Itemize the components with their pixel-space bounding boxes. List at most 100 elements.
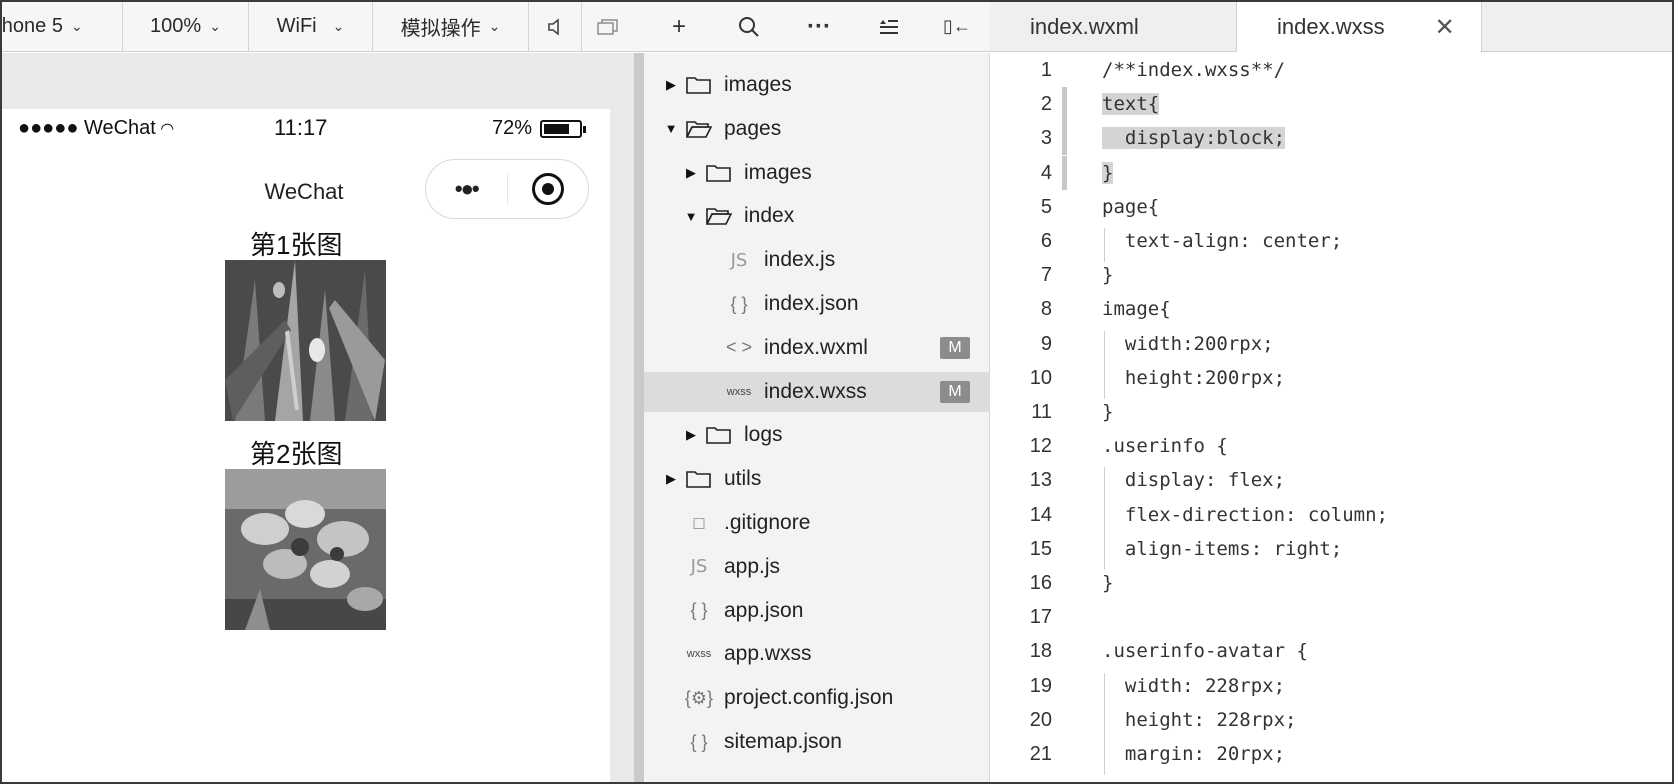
line-number: 1 <box>1040 59 1052 81</box>
code-line[interactable]: 7} <box>990 258 1672 292</box>
tab-index-wxss[interactable]: index.wxss ✕ <box>1237 2 1482 53</box>
tree-item-app-js[interactable]: JS app.js <box>644 547 990 587</box>
code-line[interactable]: 2 text{ <box>990 87 1672 122</box>
code-editor[interactable]: 1/**index.wxss**/2 text{3 display:block; 4… <box>990 53 1672 782</box>
code-line[interactable]: 6 text-align: center; <box>990 224 1672 258</box>
file-explorer: ▶ images ▼ pages ▶ images ▼ index JS index.js { } i… <box>644 53 990 782</box>
line-number: 2 <box>1040 93 1052 116</box>
code-text: .userinfo { <box>1102 435 1228 458</box>
caret-down-icon[interactable]: ▼ <box>664 121 678 136</box>
code-line[interactable]: 8 image{ <box>990 292 1672 326</box>
chevron-down-icon: ⌄ <box>488 18 501 34</box>
plus-icon[interactable]: + <box>644 2 714 52</box>
code-text: } <box>1102 264 1114 287</box>
code-line[interactable]: 19 width: 228rpx; <box>990 669 1672 703</box>
code-line[interactable]: 12 .userinfo { <box>990 429 1672 463</box>
json-file-icon: { } <box>690 600 708 621</box>
code-line[interactable]: 1 /**index.wxss**/ <box>990 53 1672 87</box>
line-number: 16 <box>1029 572 1052 594</box>
tab-index-wxml[interactable]: index.wxml <box>990 2 1237 52</box>
tree-item-index-json[interactable]: { } index.json <box>644 284 990 324</box>
simulator-resize-handle[interactable] <box>634 53 644 782</box>
tree-item-utils[interactable]: ▶ utils <box>644 459 990 499</box>
folder-open-icon <box>706 206 732 226</box>
code-text: .userinfo-avatar { <box>1102 640 1308 663</box>
line-number: 4 <box>1040 161 1052 184</box>
tree-item-project-config-json[interactable]: {⚙} project.config.json <box>644 678 990 718</box>
caret-right-icon[interactable]: ▶ <box>684 427 698 443</box>
code-line[interactable]: 4} <box>990 155 1672 190</box>
zoom-select[interactable]: 100% ⌄ <box>123 2 249 52</box>
simulator-area: ●●●●● WeChat ◠ 11:17 72% WeChat •●• 第1张图 <box>2 53 644 782</box>
code-text: } <box>1102 572 1114 594</box>
json-file-icon: { } <box>730 293 748 314</box>
tree-item-images[interactable]: ▶ images <box>644 153 990 193</box>
chevron-down-icon: ⌄ <box>70 18 83 34</box>
indent-guide <box>1104 672 1105 776</box>
tree-item-gitignore[interactable]: □ .gitignore <box>644 503 990 543</box>
device-select[interactable]: iPhone 5 ⌄ <box>2 2 123 52</box>
battery-indicator: 72% <box>492 117 587 140</box>
folder-icon <box>706 425 732 445</box>
close-icon[interactable]: ✕ <box>1435 13 1455 42</box>
caret-right-icon[interactable]: ▶ <box>664 77 678 93</box>
search-icon[interactable] <box>714 2 784 52</box>
window-icon[interactable] <box>581 2 633 52</box>
code-line[interactable]: 21 margin: 20rpx; <box>990 737 1672 771</box>
more-icon[interactable]: ··· <box>784 2 854 52</box>
tree-item-app-wxss[interactable]: wxss app.wxss <box>644 634 990 674</box>
tree-item-index-wxml[interactable]: < > index.wxml M <box>644 328 990 368</box>
folder-icon <box>686 469 712 489</box>
code-line[interactable]: 20 height: 228rpx; <box>990 703 1672 737</box>
clock: 11:17 <box>274 115 328 140</box>
wxss-file-icon: wxss <box>726 385 752 398</box>
folder-icon <box>706 163 732 183</box>
tree-item-images[interactable]: ▶ images <box>644 65 990 105</box>
network-select[interactable]: WiFi ⌄ <box>249 2 373 52</box>
tree-item-index-js[interactable]: JS index.js <box>644 240 990 280</box>
wifi-icon: ◠ <box>155 121 175 138</box>
line-number: 21 <box>1029 743 1052 765</box>
tree-item-pages[interactable]: ▼ pages <box>644 109 990 149</box>
code-text: height:200rpx; <box>1102 366 1286 389</box>
line-number: 11 <box>1031 401 1052 423</box>
line-number: 7 <box>1040 264 1052 287</box>
split-icon[interactable]: ▯← <box>924 2 990 52</box>
tree-item-label: index.json <box>764 292 859 315</box>
code-line[interactable]: 3 display:block; <box>990 121 1672 156</box>
collapse-icon[interactable] <box>854 2 924 52</box>
tree-item-index[interactable]: ▼ index <box>644 196 990 236</box>
close-miniprogram-icon[interactable] <box>508 173 589 205</box>
tree-item-sitemap-json[interactable]: { } sitemap.json <box>644 722 990 762</box>
code-line[interactable]: 18 .userinfo-avatar { <box>990 634 1672 668</box>
code-line[interactable]: 5 page{ <box>990 190 1672 224</box>
code-line[interactable]: 16} <box>990 566 1672 600</box>
code-text: width:200rpx; <box>1102 332 1274 355</box>
code-line[interactable]: 17 <box>990 600 1672 634</box>
caret-right-icon[interactable]: ▶ <box>684 165 698 181</box>
line-number: 5 <box>1040 195 1052 218</box>
caret-right-icon[interactable]: ▶ <box>664 471 678 487</box>
caret-down-icon[interactable]: ▼ <box>684 209 698 224</box>
phone-screen: ●●●●● WeChat ◠ 11:17 72% WeChat •●• 第1张图 <box>2 109 610 782</box>
code-line[interactable]: 9 width:200rpx; <box>990 327 1672 361</box>
tree-item-logs[interactable]: ▶ logs <box>644 415 990 455</box>
more-icon[interactable]: •●• <box>426 176 507 202</box>
capsule-menu: •●• <box>425 159 589 219</box>
code-line[interactable]: 14 flex-direction: column; <box>990 498 1672 532</box>
tree-item-label: index.js <box>764 248 836 272</box>
code-line[interactable]: 15 align-items: right; <box>990 532 1672 566</box>
tree-item-label: images <box>744 160 812 184</box>
line-number: 19 <box>1029 674 1052 697</box>
code-line[interactable]: 10 height:200rpx; <box>990 361 1672 395</box>
indent-guide <box>1104 228 1105 263</box>
tree-item-app-json[interactable]: { } app.json <box>644 591 990 631</box>
explorer-toolbar: + ··· ▯← <box>644 2 990 52</box>
tree-item-index-wxss[interactable]: wxss index.wxss M <box>644 371 990 412</box>
code-text: } <box>1102 401 1114 423</box>
simulate-action-select[interactable]: 模拟操作 ⌄ <box>373 2 529 52</box>
code-line[interactable]: 11} <box>990 395 1672 429</box>
folder-icon <box>686 75 712 95</box>
speaker-icon[interactable] <box>529 2 581 52</box>
code-line[interactable]: 13 display: flex; <box>990 463 1672 497</box>
